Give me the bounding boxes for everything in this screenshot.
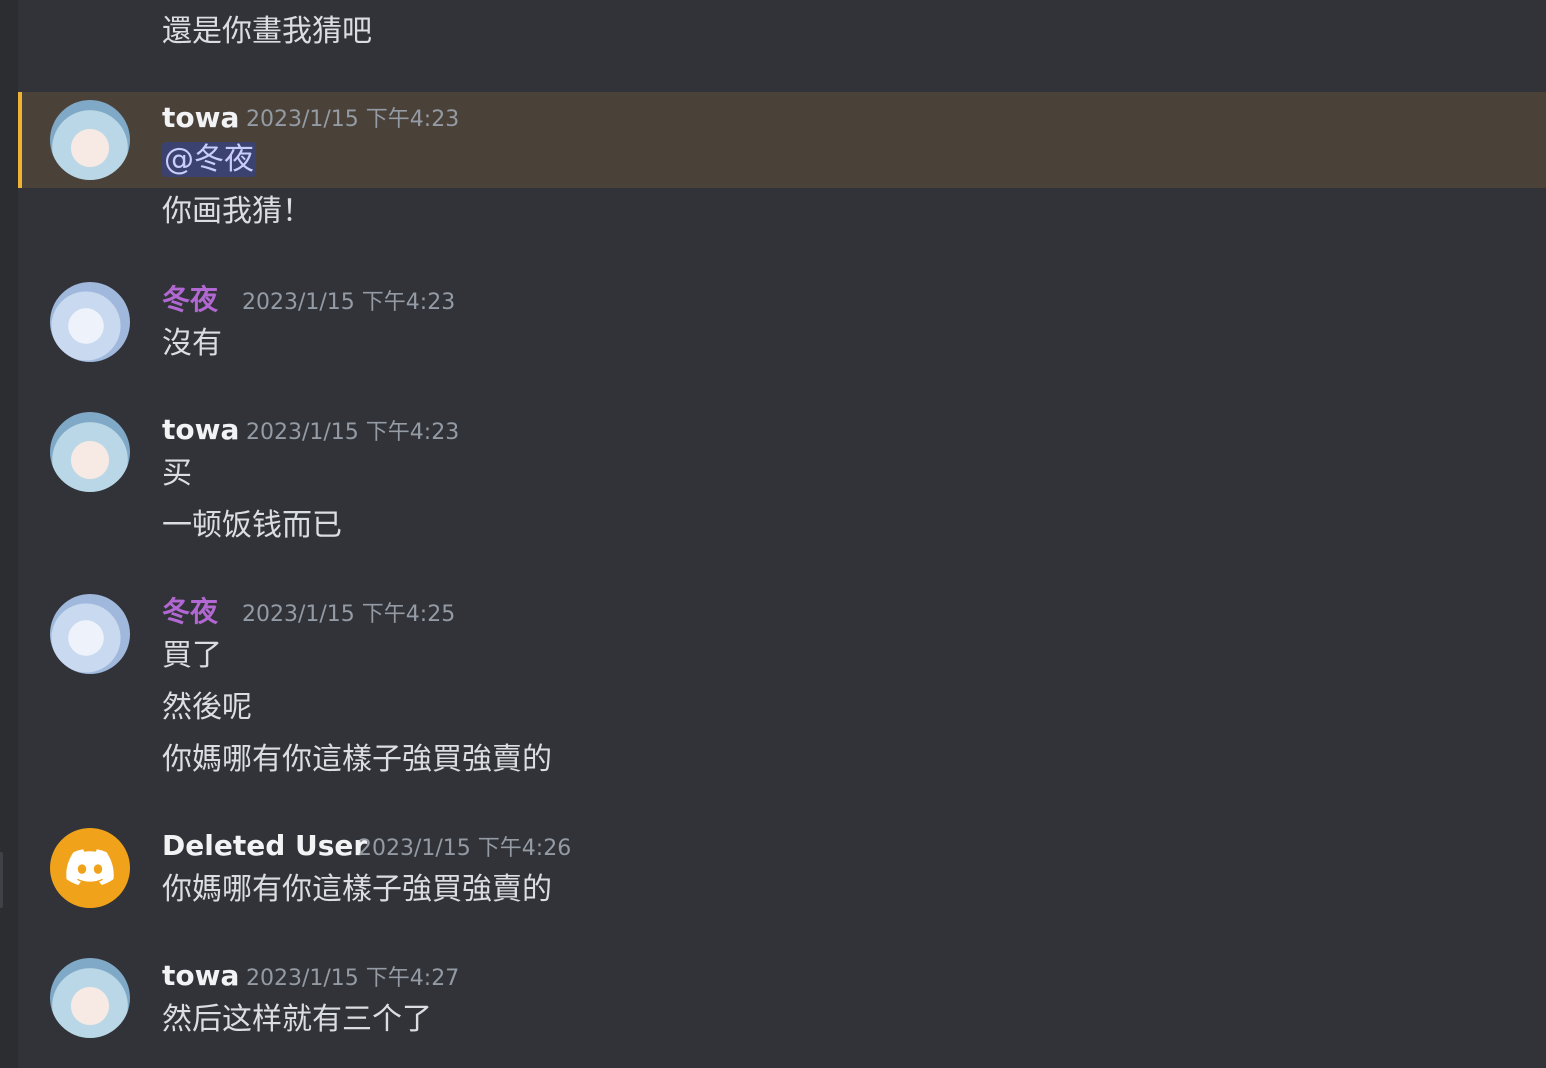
message-text: @冬夜: [162, 140, 256, 180]
timestamp: 2023/1/15 下午4:25: [242, 602, 456, 627]
message-towa: towa 2023/1/15 下午4:27 然后这样就有三个了: [18, 958, 1546, 1048]
message-text: 沒有: [162, 326, 222, 361]
author-name[interactable]: 冬夜: [162, 282, 218, 318]
message-text: 買了: [162, 638, 222, 673]
timestamp: 2023/1/15 下午4:23: [246, 107, 460, 132]
message-fuyu: 冬夜 2023/1/15 下午4:25 買了 然後呢 你媽哪有你這樣子強買強賣的: [18, 594, 1546, 794]
timestamp: 2023/1/15 下午4:23: [246, 420, 460, 445]
message-fuyu: 冬夜 2023/1/15 下午4:23 沒有: [18, 282, 1546, 372]
server-list-edge: [0, 0, 18, 1068]
author-name[interactable]: towa: [162, 412, 239, 448]
message-deleted-user: Deleted User 2023/1/15 下午4:26 你媽哪有你這樣子強買…: [18, 828, 1546, 918]
message-continuation: 你画我猜！: [18, 192, 1546, 236]
avatar-towa[interactable]: [50, 412, 130, 492]
author-name[interactable]: towa: [162, 100, 239, 136]
avatar-fuyu[interactable]: [50, 594, 130, 674]
message-text: 你画我猜！: [162, 194, 312, 229]
message-towa-mention: towa 2023/1/15 下午4:23 @冬夜: [18, 92, 1546, 188]
avatar-towa[interactable]: [50, 958, 130, 1038]
user-mention[interactable]: @冬夜: [162, 142, 256, 177]
timestamp: 2023/1/15 下午4:27: [246, 966, 460, 991]
avatar-deleted-user[interactable]: [50, 828, 130, 908]
message-continuation: 還是你畫我猜吧: [18, 0, 1546, 60]
avatar-towa[interactable]: [50, 100, 130, 180]
message-text: 然後呢: [162, 690, 252, 725]
author-name[interactable]: 冬夜: [162, 594, 218, 630]
author-name[interactable]: Deleted User: [162, 828, 367, 864]
message-text: 你媽哪有你這樣子強買強賣的: [162, 742, 552, 777]
avatar-fuyu[interactable]: [50, 282, 130, 362]
message-text: 买: [162, 456, 192, 491]
message-text: 一顿饭钱而已: [162, 508, 342, 543]
scroll-nub: [0, 852, 3, 908]
message-text: 還是你畫我猜吧: [162, 14, 372, 49]
author-name[interactable]: towa: [162, 958, 239, 994]
timestamp: 2023/1/15 下午4:23: [242, 290, 456, 315]
message-text: 然后这样就有三个了: [162, 1002, 432, 1037]
discord-logo-icon: [66, 849, 114, 885]
timestamp: 2023/1/15 下午4:26: [358, 836, 572, 861]
message-towa: towa 2023/1/15 下午4:23 买 一顿饭钱而已: [18, 412, 1546, 552]
message-text: 你媽哪有你這樣子強買強賣的: [162, 872, 552, 907]
